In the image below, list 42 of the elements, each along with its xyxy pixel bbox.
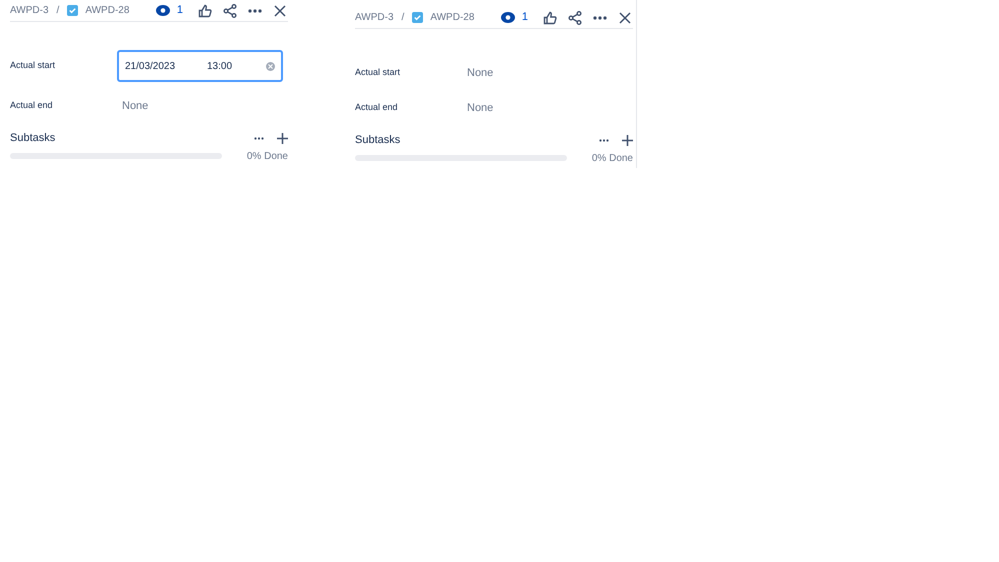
field-label: Actual end: [355, 101, 399, 114]
progress-text: 0% Done: [590, 152, 633, 166]
thumbs-up-icon: [543, 10, 557, 24]
field-value[interactable]: None: [462, 64, 494, 82]
issue-link[interactable]: AWPD-28: [85, 3, 130, 18]
share-button[interactable]: [222, 2, 238, 18]
more-icon: [254, 136, 264, 140]
plus-icon: [276, 132, 288, 144]
like-button[interactable]: [542, 10, 558, 26]
add-button[interactable]: [621, 134, 633, 146]
progress-text: 0% Done: [246, 150, 288, 164]
watch-button[interactable]: 1: [500, 9, 528, 26]
field-value[interactable]: None: [117, 98, 148, 114]
section-title: Subtasks: [355, 133, 402, 148]
breadcrumb-separator: /: [402, 11, 404, 25]
thumbs-up-icon: [198, 4, 212, 18]
share-button[interactable]: [567, 10, 583, 26]
field-value[interactable]: None: [462, 100, 494, 116]
close-icon: [619, 12, 631, 24]
close-button[interactable]: [272, 2, 288, 18]
share-icon: [568, 10, 582, 24]
more-icon: [593, 16, 607, 20]
plus-icon: [622, 134, 632, 146]
section-title: Subtasks: [10, 131, 56, 146]
breadcrumb-separator: /: [56, 4, 60, 18]
eye-icon: [156, 5, 170, 16]
field-label: Actual end: [10, 99, 54, 112]
breadcrumb-link[interactable]: AWPD-3: [10, 3, 49, 18]
more-icon: [599, 138, 609, 142]
more-icon: [248, 8, 262, 12]
date-time-field[interactable]: 21/03/2023 13:00: [117, 50, 283, 82]
like-button[interactable]: [197, 2, 213, 18]
watch-button[interactable]: 1: [156, 2, 183, 19]
field-label: Actual start: [10, 59, 56, 72]
add-button[interactable]: [276, 132, 288, 144]
breadcrumb-link[interactable]: AWPD-3: [355, 10, 394, 25]
close-icon: [274, 4, 286, 16]
share-icon: [223, 4, 237, 18]
close-button[interactable]: [617, 10, 633, 26]
eye-icon: [500, 12, 515, 23]
issue-link[interactable]: AWPD-28: [430, 10, 474, 25]
field-label: Actual start: [355, 66, 402, 80]
